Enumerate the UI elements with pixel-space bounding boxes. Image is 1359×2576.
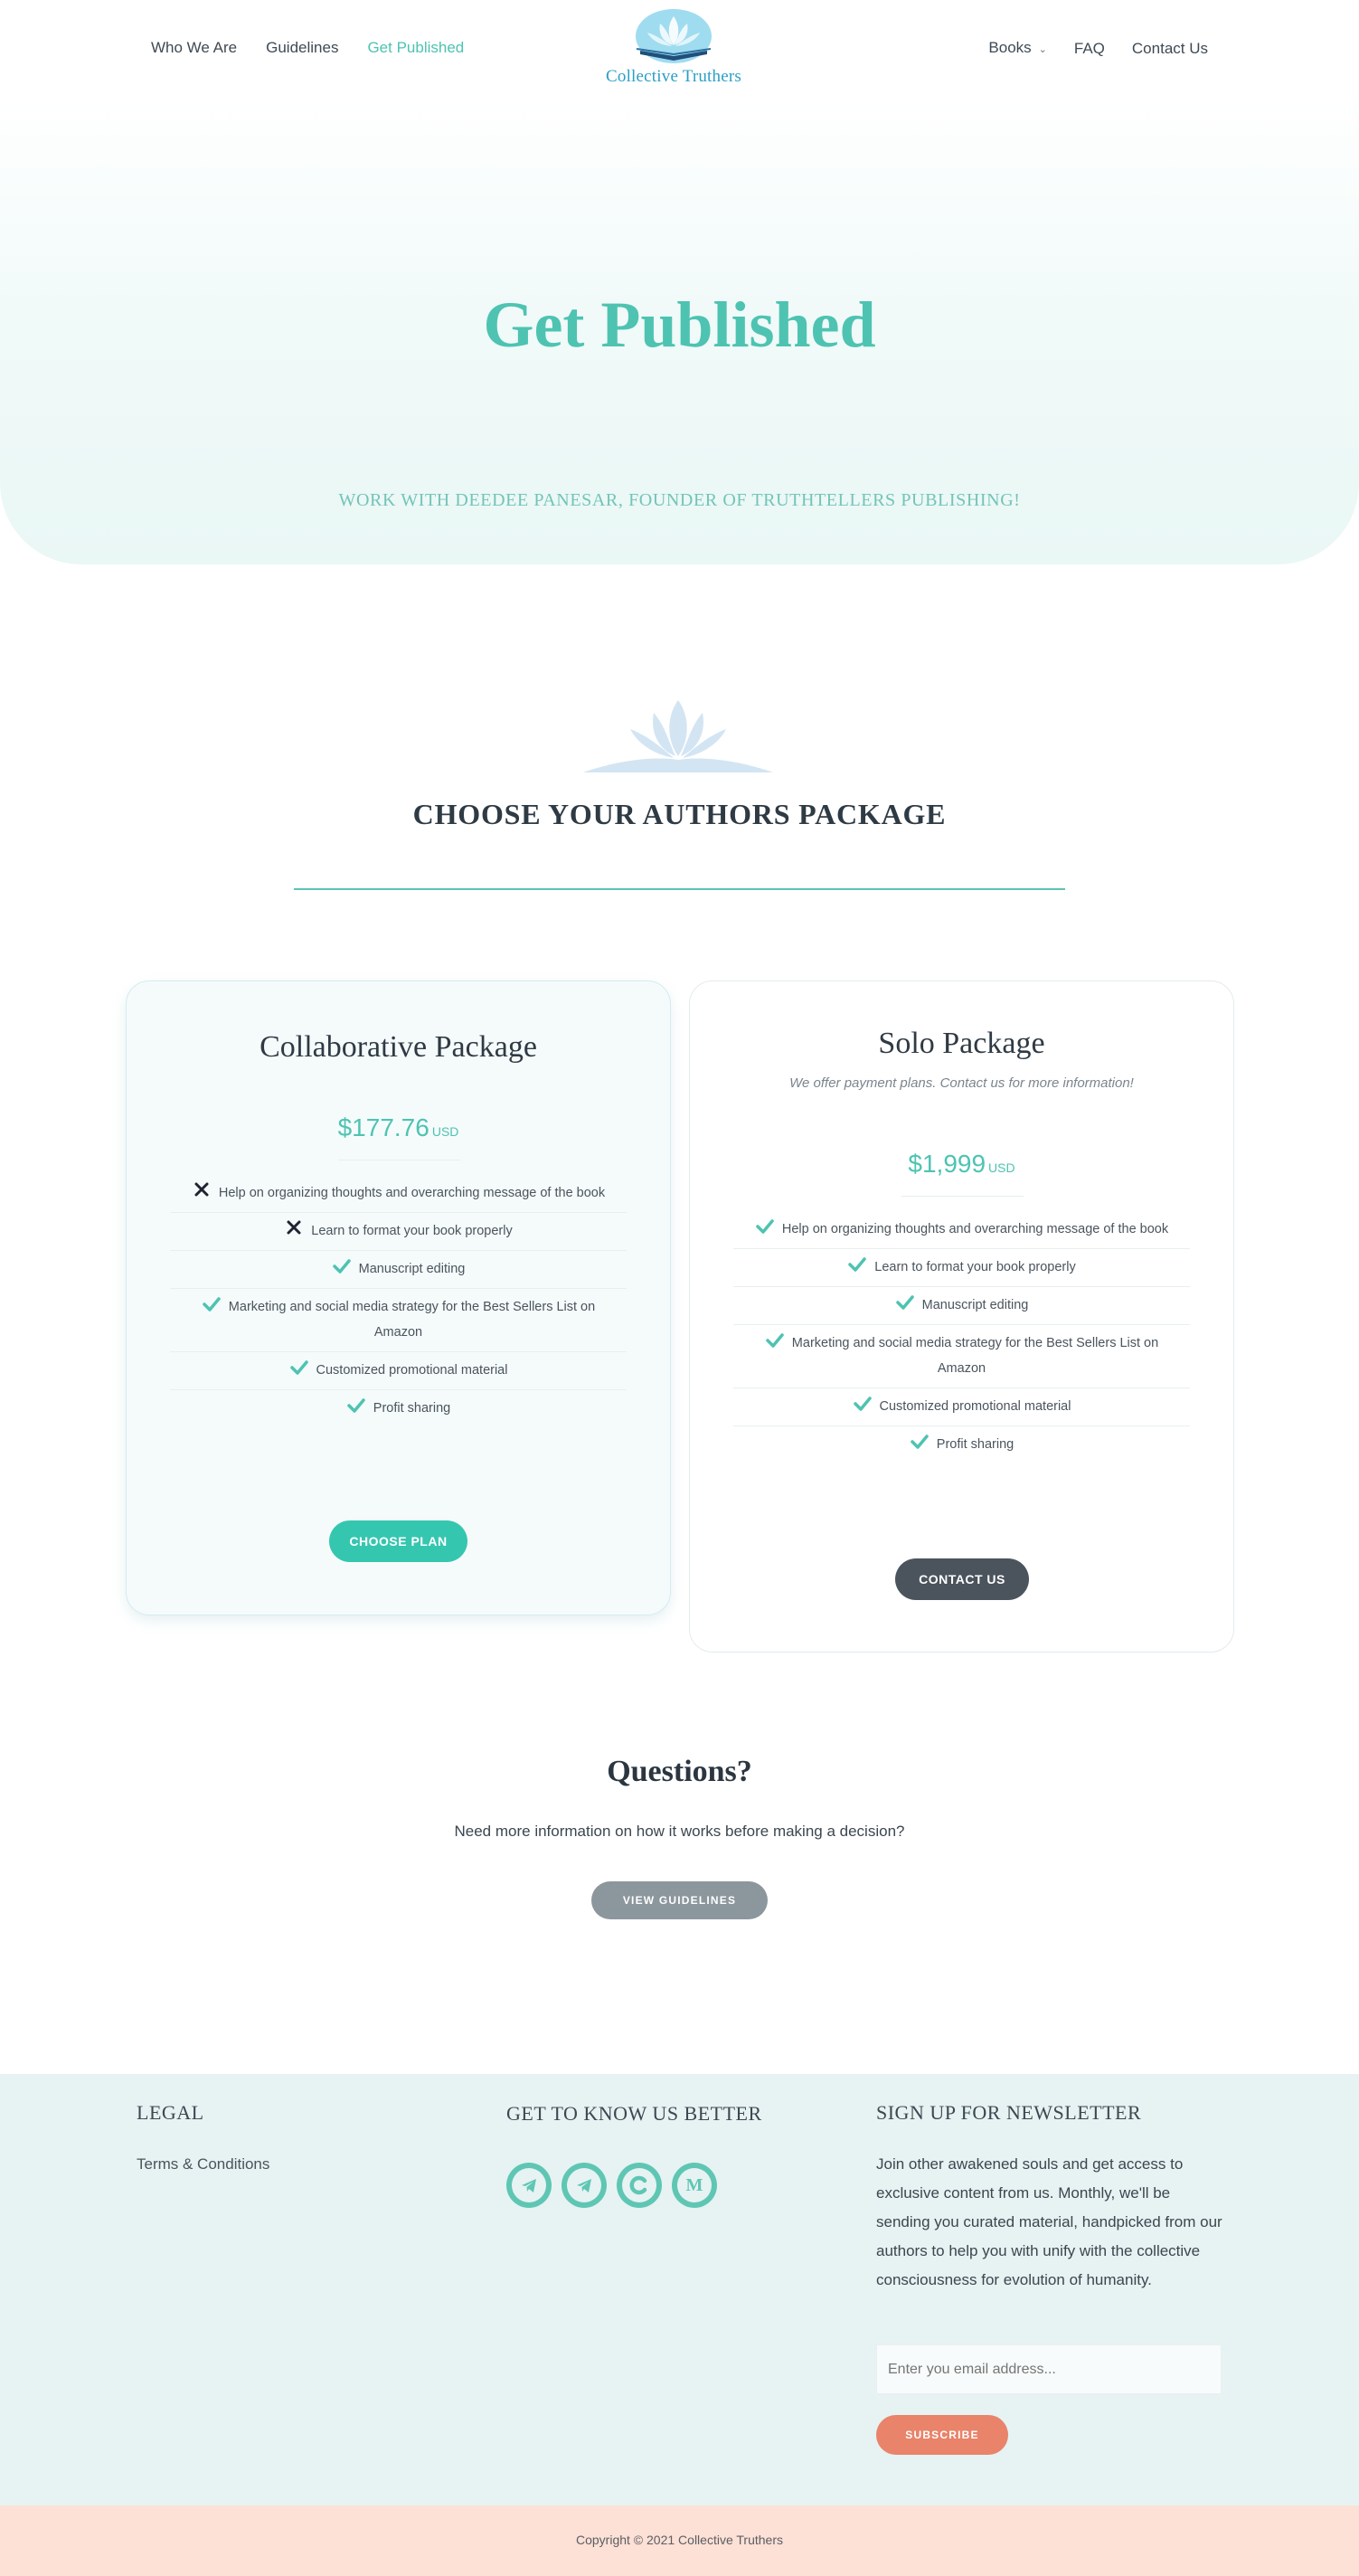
solo-package-card: Solo Package We offer payment plans. Con… [689,980,1234,1653]
check-icon [332,1259,351,1274]
telegram-icon [577,2179,591,2192]
feature-text: Help on organizing thoughts and overarch… [218,1186,606,1200]
feature-text: Profit sharing [936,1437,1015,1452]
price-currency: USD [431,1124,459,1139]
medium-link[interactable]: M [672,2163,717,2208]
legal-heading: LEGAL [137,2101,204,2124]
site-footer: LEGAL Terms & Conditions GET TO KNOW US … [0,2074,1359,2505]
c-icon [629,2175,647,2195]
subscribe-button[interactable]: SUBSCRIBE [876,2415,1008,2455]
newsletter-description: Join other awakened souls and get access… [876,2155,1222,2288]
feature-text: Learn to format your book properly [874,1260,1076,1274]
copyright-text: Copyright © 2021 Collective Truthers [576,2533,783,2547]
telegram-link[interactable] [506,2163,552,2208]
card-title: Solo Package [878,1027,1045,1060]
feature-item: Profit sharing [170,1390,627,1427]
hero-subtitle: WORK WITH DEEDEE PANESAR, FOUNDER OF TRU… [338,490,1021,510]
feature-item: Marketing and social media strategy for … [170,1289,627,1352]
hero-banner: Get Published WORK WITH DEEDEE PANESAR, … [0,99,1359,564]
feature-item: Help on organizing thoughts and overarch… [170,1175,627,1213]
newsletter-heading: SIGN UP FOR NEWSLETTER [876,2101,1142,2124]
copyright-bar: Copyright © 2021 Collective Truthers [0,2505,1359,2576]
contact-us-button[interactable]: CONTACT US [895,1558,1029,1600]
feature-text: Manuscript editing [921,1298,1029,1312]
card-title: Collaborative Package [260,1030,537,1064]
price-amount: $177.76 [337,1113,429,1141]
price-currency: USD [988,1160,1015,1175]
feature-item: Learn to format your book properly [733,1249,1190,1287]
feature-text: Learn to format your book properly [311,1224,513,1238]
feature-text: Customized promotional material [316,1363,508,1378]
medium-icon: M [685,2174,703,2195]
feature-item: Customized promotional material [733,1388,1190,1426]
section-title: CHOOSE YOUR AUTHORS PACKAGE [412,798,947,830]
feature-item: Learn to format your book properly [170,1213,627,1251]
telegram-icon [522,2179,536,2192]
terms-link[interactable]: Terms & Conditions [137,2155,269,2174]
email-field[interactable] [876,2344,1222,2394]
feature-item: Profit sharing [733,1426,1190,1463]
nav-get-published[interactable]: Get Published [367,38,464,58]
feature-item: Manuscript editing [170,1251,627,1289]
nav-books-label: Books [988,39,1032,56]
payment-plan-note: We offer payment plans. Contact us for m… [789,1075,1134,1091]
feature-text: Manuscript editing [358,1262,466,1276]
price: $177.76 USD [127,1113,670,1142]
nav-books[interactable]: Books ⌄ [988,38,1046,60]
feature-list: Help on organizing thoughts and overarch… [170,1175,627,1427]
check-icon [848,1257,867,1272]
nav-faq[interactable]: FAQ [1074,39,1105,59]
check-icon [911,1435,929,1449]
feature-item: Manuscript editing [733,1287,1190,1325]
feature-text: Customized promotional material [879,1399,1071,1414]
feature-text: Marketing and social media strategy for … [228,1300,596,1340]
site-logo[interactable]: Collective Truthers [597,9,750,90]
check-icon [853,1397,872,1411]
collaborative-package-card: Collaborative Package $177.76 USD Help on… [126,980,671,1615]
feature-item: Customized promotional material [170,1352,627,1390]
check-icon [895,1295,914,1310]
nav-guidelines[interactable]: Guidelines [266,38,338,58]
divider [901,1196,1024,1197]
check-icon [347,1398,365,1413]
price: $1,999 USD [690,1150,1233,1179]
feature-list: Help on organizing thoughts and overarch… [733,1211,1190,1463]
site-header: Who We Are Guidelines Get Published Coll… [0,0,1359,99]
nav-right: Books ⌄ FAQ Contact Us [961,38,1208,60]
lotus-book-logo-icon [636,9,712,63]
nav-who-we-are[interactable]: Who We Are [151,38,237,58]
nav-contact-us[interactable]: Contact Us [1132,39,1208,59]
view-guidelines-button[interactable]: VIEW GUIDELINES [591,1881,768,1919]
cross-icon [287,1220,301,1235]
questions-text: Need more information on how it works be… [454,1823,905,1840]
feature-text: Profit sharing [373,1401,451,1416]
check-icon [756,1219,774,1234]
c-link[interactable] [617,2163,662,2208]
feature-text: Marketing and social media strategy for … [791,1336,1159,1376]
questions-title: Questions? [607,1755,752,1788]
check-icon [203,1297,221,1312]
social-links: M [506,2163,717,2208]
price-amount: $1,999 [908,1150,986,1178]
section-divider [294,888,1065,890]
page-title: Get Published [483,289,876,361]
feature-item: Marketing and social media strategy for … [733,1325,1190,1388]
lotus-icon [583,700,773,772]
check-icon [289,1360,308,1375]
logo-text: Collective Truthers [606,67,741,86]
feature-text: Help on organizing thoughts and overarch… [781,1222,1169,1236]
check-icon [766,1333,784,1348]
cross-icon [194,1182,209,1197]
nav-left: Who We Are Guidelines Get Published [151,38,493,58]
choose-plan-button[interactable]: CHOOSE PLAN [329,1520,467,1562]
chevron-down-icon: ⌄ [1038,44,1047,55]
telegram-link[interactable] [562,2163,607,2208]
feature-item: Help on organizing thoughts and overarch… [733,1211,1190,1249]
social-heading: GET TO KNOW US BETTER [506,2102,762,2125]
